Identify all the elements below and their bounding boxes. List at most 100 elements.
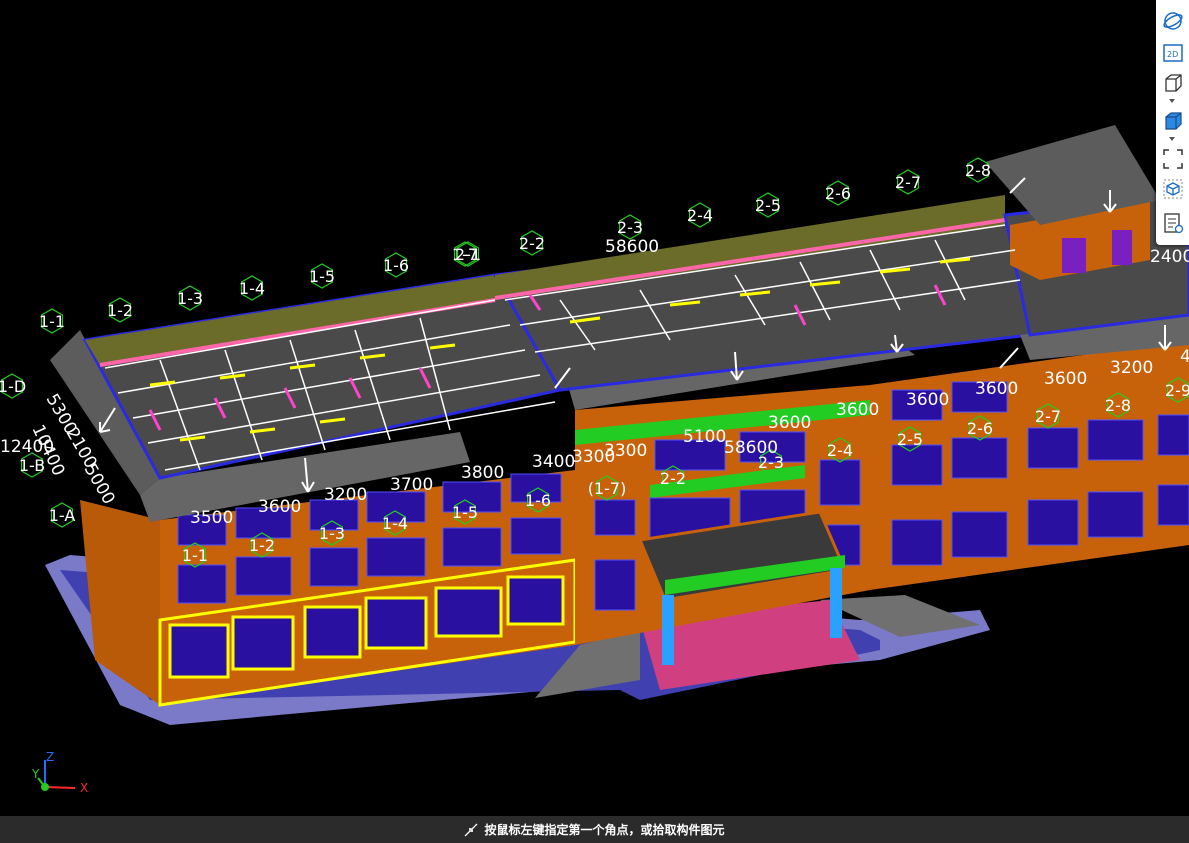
wall-grid-marker-label: 2-9 xyxy=(1165,381,1189,400)
grid-axis-marker-label: 2-6 xyxy=(825,184,851,203)
dimension-span-front: 3800 xyxy=(461,463,504,483)
wall-grid-marker-label: 1-4 xyxy=(382,514,408,533)
grid-axis-marker: 1-6 xyxy=(383,252,409,278)
grid-axis-marker: 2-5 xyxy=(755,192,781,218)
wall-grid-marker: 1-4 xyxy=(382,510,408,536)
wall-grid-marker: 2-8 xyxy=(1105,392,1131,418)
wall-grid-marker-label: 2-2 xyxy=(660,469,686,488)
grid-axis-marker-label: 1-A xyxy=(49,506,76,525)
grid-axis-marker-label: 2-8 xyxy=(965,161,991,180)
grid-axis-marker: 1-D xyxy=(0,373,26,399)
dimension-span-front: 3700 xyxy=(390,475,433,495)
wall-grid-marker-label: 2-4 xyxy=(827,441,853,460)
grid-axis-marker-label: 1-4 xyxy=(239,279,265,298)
view-3d-button[interactable] xyxy=(1160,70,1185,95)
wall-grid-marker: 1-6 xyxy=(525,487,551,513)
solid-display-button[interactable] xyxy=(1160,108,1185,133)
wall-grid-marker-label: (1-7) xyxy=(588,479,627,498)
dimension-span-mid: 3600 xyxy=(836,400,879,420)
dimension-span-front: 3500 xyxy=(190,508,233,528)
view-3d-dropdown-caret-icon[interactable] xyxy=(1166,97,1178,105)
dimension-total-mid: 58600 xyxy=(724,438,778,458)
grid-axis-marker-label: 2-5 xyxy=(755,196,781,215)
wall-grid-marker-label: 1-1 xyxy=(182,546,208,565)
view-2d-label: 2D xyxy=(1167,50,1178,59)
wall-grid-marker: 2-4 xyxy=(827,437,853,463)
grid-axis-marker: 2-6 xyxy=(825,180,851,206)
view-3d-box-icon xyxy=(1164,73,1182,92)
porch-column-right xyxy=(830,568,842,638)
grid-axis-marker: 1-A xyxy=(49,502,76,528)
dimension-span-mid: 5100 xyxy=(683,427,726,447)
view-2d-button[interactable]: 2D xyxy=(1160,40,1185,65)
grid-axis-marker: 1-2 xyxy=(107,297,133,323)
grid-axis-marker-label: 2-7 xyxy=(895,173,921,192)
tower-window-2 xyxy=(1112,230,1132,265)
dimension-right-edge: 2400 xyxy=(1150,247,1189,267)
building-model-scene[interactable]: 1-11-21-31-41-51-61-72-12-22-32-42-52-62… xyxy=(0,0,1189,816)
wall-grid-marker: 2-5 xyxy=(897,426,923,452)
dimension-span-mid: 3600 xyxy=(906,390,949,410)
crosshair-select-icon xyxy=(465,823,478,836)
grid-axis-marker: 2-1 xyxy=(455,241,481,267)
wall-grid-marker: 1-3 xyxy=(319,520,345,546)
dimension-span-front: 3600 xyxy=(258,497,301,517)
status-message: 按鼠标左键指定第一个角点，或拾取构件图元 xyxy=(484,823,725,837)
fit-extent-icon xyxy=(1162,148,1183,169)
grid-axis-marker: 1-3 xyxy=(177,285,203,311)
solid-box-icon xyxy=(1164,111,1182,130)
properties-icon xyxy=(1163,212,1183,233)
dimension-span-front: 3300 xyxy=(604,441,647,461)
grid-axis-marker-label: 2-1 xyxy=(455,245,481,264)
grid-axis-marker-label: 1-3 xyxy=(177,289,203,308)
view-toolbar: 2D xyxy=(1156,0,1189,245)
grid-axis-marker-label: 1-2 xyxy=(107,301,133,320)
grid-axis-marker: 1-1 xyxy=(39,308,65,334)
grid-axis-marker: 2-7 xyxy=(895,169,921,195)
component-cube-icon xyxy=(1163,179,1182,198)
grid-axis-marker-label: 2-4 xyxy=(687,206,713,225)
solid-dropdown-caret-icon[interactable] xyxy=(1166,135,1178,143)
wall-grid-marker-label: 2-6 xyxy=(967,419,993,438)
dimension-span-mid: 3200 xyxy=(1110,358,1153,378)
grid-axis-marker: 1-5 xyxy=(309,263,335,289)
wall-grid-marker-label: 1-6 xyxy=(525,491,551,510)
wall-grid-marker-label: 2-7 xyxy=(1035,407,1061,426)
dimension-span-mid: 3600 xyxy=(768,413,811,433)
wall-grid-marker: 1-5 xyxy=(452,499,478,525)
wall-grid-marker: 2-9 xyxy=(1165,377,1189,403)
fit-extent-button[interactable] xyxy=(1160,146,1185,171)
wall-grid-marker-label: 1-2 xyxy=(249,536,275,555)
left-wing-side-wall xyxy=(80,500,160,705)
triad-origin xyxy=(41,783,49,791)
axis-triad: Z X Y xyxy=(31,752,88,795)
view-2d-icon: 2D xyxy=(1162,43,1183,62)
porch-column-left xyxy=(662,595,674,665)
wall-grid-marker-label: 1-3 xyxy=(319,524,345,543)
wall-grid-marker: 1-2 xyxy=(249,532,275,558)
dimension-span-mid: 3600 xyxy=(975,379,1018,399)
wall-grid-marker: 2-7 xyxy=(1035,403,1061,429)
wall-grid-marker: 2-6 xyxy=(967,415,993,441)
wall-grid-marker: (1-7) xyxy=(588,475,627,501)
status-bar: 按鼠标左键指定第一个角点，或拾取构件图元 xyxy=(0,816,1189,843)
dimension-left-stack: 5000 xyxy=(80,461,119,508)
triad-x-label: X xyxy=(80,781,88,795)
dimension-span-front: 3400 xyxy=(532,452,575,472)
dimension-span-mid: 4 xyxy=(1180,347,1189,367)
grid-axis-marker-label: 2-3 xyxy=(617,218,643,237)
3d-viewport[interactable]: 1-1 1-2 1-3 1-4 1-5 1-6 1-7 2-1 2-2 2-3 2-4 2-5 2-6 2… xyxy=(0,0,1189,816)
grid-axis-marker: 2-8 xyxy=(965,157,991,183)
grid-axis-marker: 2-2 xyxy=(519,230,545,256)
triad-y-label: Y xyxy=(31,767,40,781)
component-view-button[interactable] xyxy=(1160,176,1185,201)
grid-axis-marker: 1-4 xyxy=(239,275,265,301)
orbit-button[interactable] xyxy=(1160,8,1185,33)
grid-axis-marker-label: 2-2 xyxy=(519,234,545,253)
grid-axis-marker-label: 1-5 xyxy=(309,267,335,286)
dimension-span-front: 3200 xyxy=(324,485,367,505)
grid-axis-marker-label: 1-6 xyxy=(383,256,409,275)
grid-axis-marker: 2-3 xyxy=(617,214,643,240)
wall-grid-marker: 1-1 xyxy=(182,542,208,568)
properties-button[interactable] xyxy=(1160,210,1185,235)
